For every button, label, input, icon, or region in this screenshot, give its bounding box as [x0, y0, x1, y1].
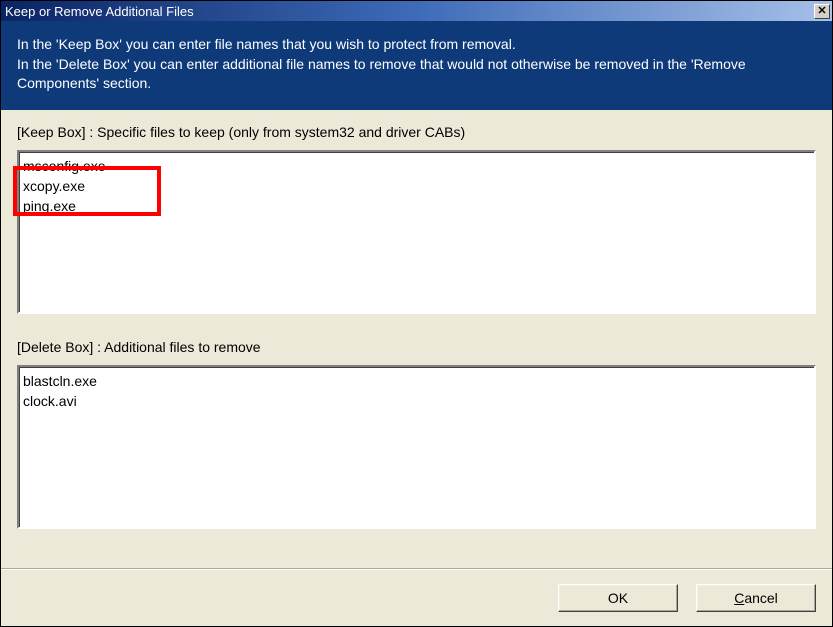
- content-area: [Keep Box] : Specific files to keep (onl…: [1, 110, 832, 569]
- keep-box-wrap: [17, 150, 816, 319]
- info-panel: In the 'Keep Box' you can enter file nam…: [1, 21, 832, 110]
- cancel-rest: ancel: [744, 590, 777, 606]
- cancel-button[interactable]: Cancel: [696, 584, 816, 612]
- window-title: Keep or Remove Additional Files: [5, 4, 814, 19]
- button-row: OK Cancel: [1, 569, 832, 626]
- info-line-2: In the 'Delete Box' you can enter additi…: [17, 55, 816, 94]
- ok-button[interactable]: OK: [558, 584, 678, 612]
- cancel-mnemonic: C: [734, 590, 744, 606]
- keep-box-label: [Keep Box] : Specific files to keep (onl…: [17, 124, 816, 140]
- delete-box-label: [Delete Box] : Additional files to remov…: [17, 339, 816, 355]
- delete-box-wrap: [17, 365, 816, 534]
- dialog-window: Keep or Remove Additional Files ✕ In the…: [0, 0, 833, 627]
- close-icon[interactable]: ✕: [814, 4, 830, 19]
- info-line-1: In the 'Keep Box' you can enter file nam…: [17, 35, 816, 55]
- delete-box-input[interactable]: [17, 365, 816, 529]
- keep-box-input[interactable]: [17, 150, 816, 314]
- titlebar[interactable]: Keep or Remove Additional Files ✕: [1, 1, 832, 21]
